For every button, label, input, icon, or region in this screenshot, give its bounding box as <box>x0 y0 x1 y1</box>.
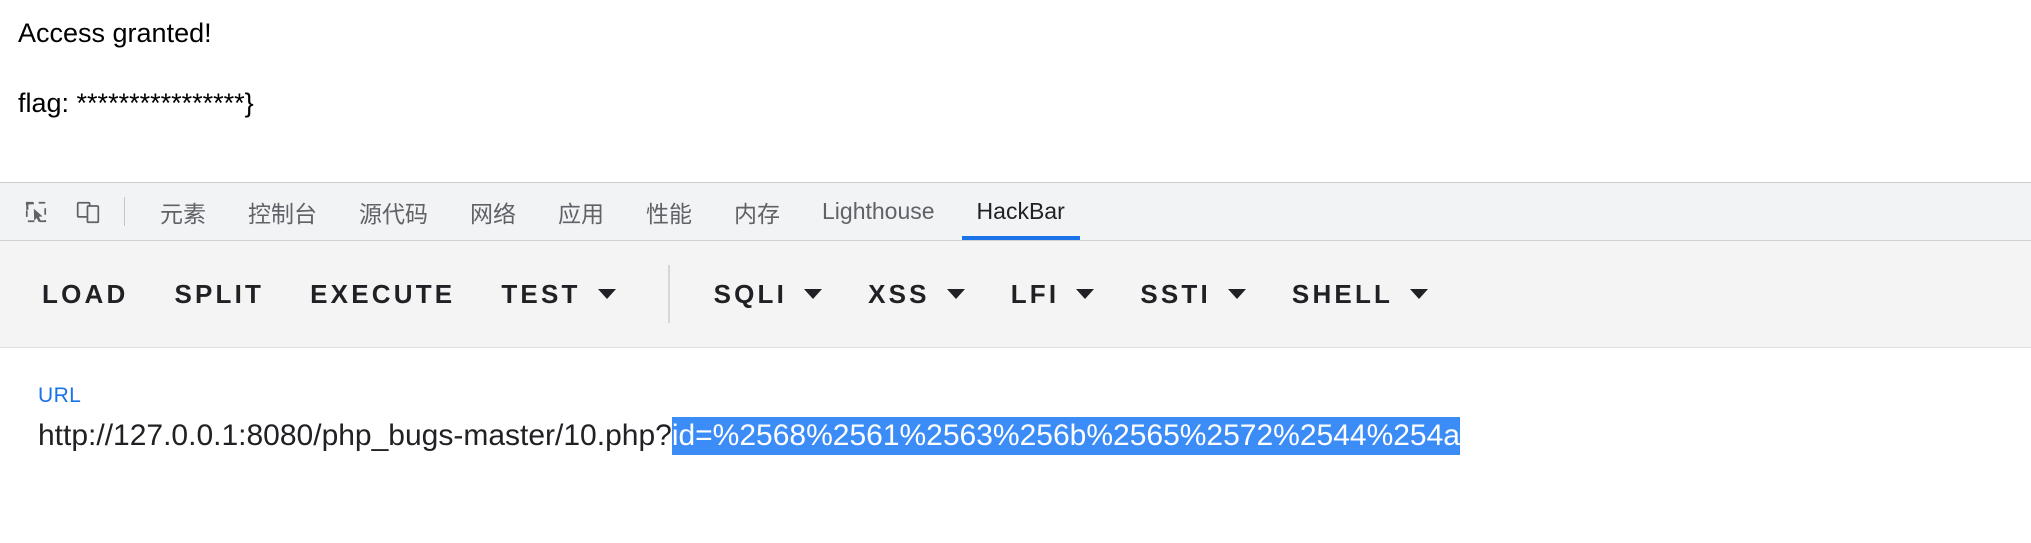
device-toolbar-icon[interactable] <box>62 183 114 240</box>
chevron-down-icon <box>804 289 823 299</box>
inspect-element-icon[interactable] <box>10 183 62 240</box>
button-label: SHELL <box>1291 278 1394 309</box>
access-granted-text: Access granted! <box>18 18 212 48</box>
split-button[interactable]: SPLIT <box>174 279 264 310</box>
tab-label: 网络 <box>470 200 516 227</box>
chevron-down-icon <box>597 289 616 299</box>
devtools-panel: 元素 控制台 源代码 网络 应用 性能 内存 Lighthouse HackBa… <box>0 182 2031 543</box>
rendered-page-content: Access granted! flag: ****************} <box>0 0 2031 182</box>
toolbar-divider <box>124 197 125 226</box>
load-button[interactable]: LOAD <box>42 279 128 310</box>
url-text-unselected: http://127.0.0.1:8080/php_bugs-master/10… <box>38 419 672 452</box>
tab-memory[interactable]: 内存 <box>713 183 801 240</box>
button-label: XSS <box>868 278 930 309</box>
button-label: TEST <box>501 278 581 309</box>
chevron-down-icon <box>946 289 965 299</box>
test-dropdown-button[interactable]: TEST <box>501 278 616 310</box>
xss-dropdown-button[interactable]: XSS <box>868 279 965 310</box>
flag-line: flag: ****************} <box>18 47 2013 117</box>
button-label: EXECUTE <box>310 278 456 309</box>
tab-label: HackBar <box>976 198 1065 224</box>
hackbar-body: URL http://127.0.0.1:8080/php_bugs-maste… <box>0 348 2031 543</box>
tab-label: 控制台 <box>248 200 317 227</box>
tab-label: Lighthouse <box>822 198 935 224</box>
tab-network[interactable]: 网络 <box>449 183 537 240</box>
button-label: SQLI <box>713 278 788 309</box>
lfi-dropdown-button[interactable]: LFI <box>1011 279 1095 310</box>
flag-value: ****************} <box>76 88 254 118</box>
url-text-selected: id=%2568%2561%2563%256b%2565%2572%2544%2… <box>671 417 1460 455</box>
hackbar-toolbar: LOAD SPLIT EXECUTE TEST SQLI XSS LFI SST… <box>0 241 2031 348</box>
devtools-tabbar: 元素 控制台 源代码 网络 应用 性能 内存 Lighthouse HackBa… <box>0 183 2031 241</box>
tab-performance[interactable]: 性能 <box>625 183 713 240</box>
button-label: SPLIT <box>174 278 265 309</box>
tab-label: 元素 <box>160 200 206 227</box>
hackbar-toolbar-divider <box>667 265 670 323</box>
tab-console[interactable]: 控制台 <box>227 183 338 240</box>
tab-elements[interactable]: 元素 <box>139 183 227 240</box>
tab-sources[interactable]: 源代码 <box>338 183 449 240</box>
tab-label: 内存 <box>734 200 780 227</box>
tab-label: 性能 <box>646 200 692 227</box>
button-label: LOAD <box>42 278 129 309</box>
execute-button[interactable]: EXECUTE <box>310 279 455 310</box>
button-label: LFI <box>1010 278 1060 309</box>
tab-hackbar[interactable]: HackBar <box>956 183 1086 240</box>
tab-label: 源代码 <box>359 200 428 227</box>
tab-lighthouse[interactable]: Lighthouse <box>801 183 956 240</box>
tab-label: 应用 <box>558 200 604 227</box>
sqli-dropdown-button[interactable]: SQLI <box>713 278 823 310</box>
url-field-label: URL <box>38 384 82 407</box>
ssti-dropdown-button[interactable]: SSTI <box>1140 279 1246 310</box>
shell-dropdown-button[interactable]: SHELL <box>1291 278 1429 310</box>
tab-application[interactable]: 应用 <box>537 183 625 240</box>
button-label: SSTI <box>1140 278 1211 309</box>
url-input[interactable]: http://127.0.0.1:8080/php_bugs-master/10… <box>38 417 2031 455</box>
flag-label: flag: <box>18 88 77 118</box>
chevron-down-icon <box>1410 289 1429 299</box>
chevron-down-icon <box>1076 289 1095 299</box>
chevron-down-icon <box>1227 289 1246 299</box>
